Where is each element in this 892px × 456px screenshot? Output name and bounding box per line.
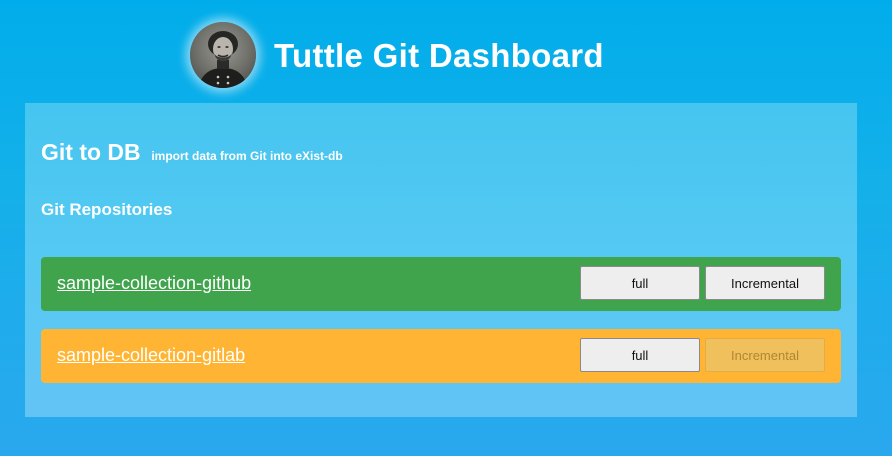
section-title: Git to DB import data from Git into eXis… [41, 139, 343, 167]
repo-row-github: sample-collection-github full Incrementa… [41, 257, 841, 311]
repo-link-gitlab[interactable]: sample-collection-gitlab [57, 345, 245, 366]
section-subtitle: import data from Git into eXist-db [151, 149, 343, 163]
section-title-text: Git to DB [41, 139, 141, 165]
main-panel: Git to DB import data from Git into eXis… [25, 103, 857, 417]
repo-row-gitlab: sample-collection-gitlab full Incrementa… [41, 329, 841, 383]
repositories-heading: Git Repositories [41, 200, 173, 219]
page-title: Tuttle Git Dashboard [274, 37, 604, 74]
full-sync-button-gitlab[interactable]: full [580, 338, 700, 372]
incremental-sync-button-github[interactable]: Incremental [705, 266, 825, 300]
portrait-icon [198, 31, 248, 88]
full-sync-button-github[interactable]: full [580, 266, 700, 300]
avatar [190, 22, 256, 88]
incremental-sync-button-gitlab: Incremental [705, 338, 825, 372]
header: Tuttle Git Dashboard [0, 0, 892, 102]
repo-link-github[interactable]: sample-collection-github [57, 273, 251, 294]
